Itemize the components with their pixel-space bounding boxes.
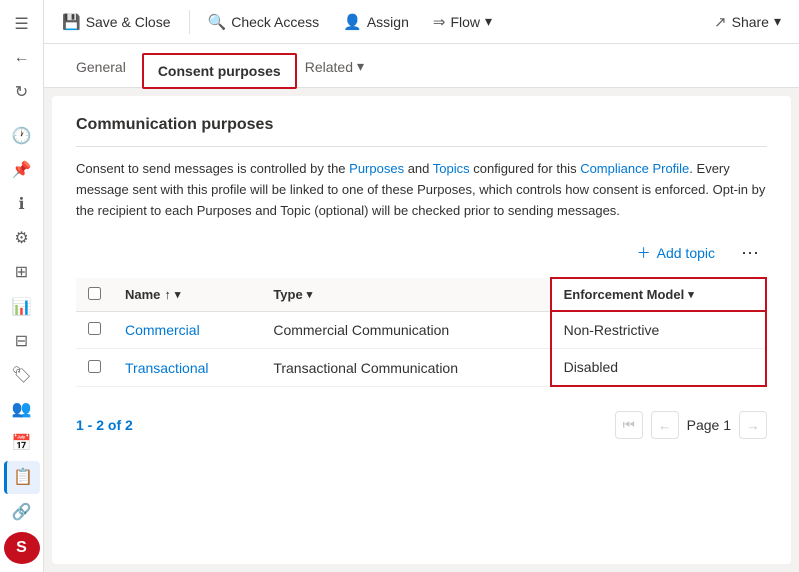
next-page-button[interactable]: → xyxy=(739,411,767,439)
share-dropdown-icon: ▾ xyxy=(774,13,781,30)
transactional-link[interactable]: Transactional xyxy=(125,360,209,376)
chart-icon[interactable]: 📊 xyxy=(4,291,40,323)
info-icon[interactable]: ℹ xyxy=(4,188,40,220)
tag-icon[interactable]: 🏷 xyxy=(4,359,40,391)
col-checkbox xyxy=(76,278,113,311)
sort-dropdown-icon: ▾ xyxy=(175,288,181,301)
toolbar: 💾 Save & Close 🔍 Check Access 👤 Assign ⇒… xyxy=(44,0,799,44)
flow-dropdown-icon: ▾ xyxy=(485,13,492,30)
type-dropdown-icon: ▾ xyxy=(307,288,313,301)
share-icon: ↗ xyxy=(714,13,727,31)
clock-icon[interactable]: 🕐 xyxy=(4,120,40,152)
section-title: Communication purposes xyxy=(76,116,767,134)
page-navigation: ⏮ ← Page 1 → xyxy=(615,411,767,439)
save-icon: 💾 xyxy=(62,13,81,31)
row1-checkbox[interactable] xyxy=(76,311,113,349)
enforcement-sort-button[interactable]: Enforcement Model ▾ xyxy=(564,287,694,302)
back-icon[interactable]: ← xyxy=(4,42,40,74)
content-area: Communication purposes Consent to send m… xyxy=(52,96,791,564)
compliance-profile-link[interactable]: Compliance Profile xyxy=(580,161,689,176)
col-name-header[interactable]: Name ↑ ▾ xyxy=(113,278,261,311)
related-dropdown-icon: ▾ xyxy=(357,58,364,75)
commercial-link[interactable]: Commercial xyxy=(125,322,200,338)
calendar-icon[interactable]: 📅 xyxy=(4,427,40,459)
enforcement-dropdown-icon: ▾ xyxy=(688,288,694,301)
table-row: Commercial Commercial Communication Non-… xyxy=(76,311,766,349)
row2-type: Transactional Communication xyxy=(261,349,550,387)
name-sort-button[interactable]: Name ↑ ▾ xyxy=(125,287,180,302)
tab-related[interactable]: Related ▾ xyxy=(297,48,372,87)
col-enforcement-header[interactable]: Enforcement Model ▾ xyxy=(551,278,766,311)
check-access-icon: 🔍 xyxy=(208,13,227,31)
refresh-icon[interactable]: ↻ xyxy=(4,76,40,108)
topics-link[interactable]: Topics xyxy=(433,161,470,176)
row2-select[interactable] xyxy=(88,360,101,373)
row2-checkbox[interactable] xyxy=(76,349,113,387)
tab-consent-purposes[interactable]: Consent purposes xyxy=(142,53,297,89)
purposes-link[interactable]: Purposes xyxy=(349,161,404,176)
more-options-button[interactable]: ⋯ xyxy=(733,239,767,268)
user-avatar[interactable]: S xyxy=(4,532,40,564)
add-topic-row: ＋ Add topic ⋯ xyxy=(76,237,767,269)
row1-type: Commercial Communication xyxy=(261,311,550,349)
flow-icon: ⇒ xyxy=(433,13,446,31)
data-table: Name ↑ ▾ Type ▾ Enforcement Model xyxy=(76,277,767,387)
prev-page-button[interactable]: ← xyxy=(651,411,679,439)
sidebar: ☰ ← ↻ 🕐 📌 ℹ ⚙ ⊞ 📊 ⊟ 🏷 👥 📅 📋 🔗 S xyxy=(0,0,44,572)
tab-bar: General Consent purposes Related ▾ xyxy=(44,44,799,88)
select-all-checkbox[interactable] xyxy=(88,287,101,300)
row2-name[interactable]: Transactional xyxy=(113,349,261,387)
type-sort-button[interactable]: Type ▾ xyxy=(273,287,312,302)
divider xyxy=(76,146,767,147)
row2-enforcement: Disabled xyxy=(551,349,766,387)
first-page-button[interactable]: ⏮ xyxy=(615,411,643,439)
pin-icon[interactable]: 📌 xyxy=(4,154,40,186)
flow-button[interactable]: ⇒ Flow ▾ xyxy=(423,7,502,37)
people-icon[interactable]: 👥 xyxy=(4,393,40,425)
row1-select[interactable] xyxy=(88,322,101,335)
sort-up-icon: ↑ xyxy=(164,287,171,302)
info-text: Consent to send messages is controlled b… xyxy=(76,159,767,221)
page-range: 1 - 2 of 2 xyxy=(76,417,133,433)
grid-icon[interactable]: ⊟ xyxy=(4,325,40,357)
share-button[interactable]: ↗ Share ▾ xyxy=(704,7,791,37)
main-area: 💾 Save & Close 🔍 Check Access 👤 Assign ⇒… xyxy=(44,0,799,572)
tab-general[interactable]: General xyxy=(60,49,142,87)
separator xyxy=(189,10,190,34)
dashboard-icon[interactable]: ⊞ xyxy=(4,256,40,288)
plus-icon: ＋ xyxy=(637,243,651,263)
settings-icon[interactable]: ⚙ xyxy=(4,222,40,254)
save-close-button[interactable]: 💾 Save & Close xyxy=(52,7,181,37)
menu-icon[interactable]: ☰ xyxy=(4,8,40,40)
assign-button[interactable]: 👤 Assign xyxy=(333,7,419,37)
row1-enforcement: Non-Restrictive xyxy=(551,311,766,349)
pagination: 1 - 2 of 2 ⏮ ← Page 1 → xyxy=(76,403,767,447)
col-type-header[interactable]: Type ▾ xyxy=(261,278,550,311)
row1-name[interactable]: Commercial xyxy=(113,311,261,349)
page-label: Page 1 xyxy=(687,417,731,433)
assign-icon: 👤 xyxy=(343,13,362,31)
add-topic-button[interactable]: ＋ Add topic xyxy=(627,237,725,269)
check-access-button[interactable]: 🔍 Check Access xyxy=(198,7,330,37)
active-list-icon[interactable]: 📋 xyxy=(4,461,40,493)
table-row: Transactional Transactional Communicatio… xyxy=(76,349,766,387)
link-icon[interactable]: 🔗 xyxy=(4,496,40,528)
